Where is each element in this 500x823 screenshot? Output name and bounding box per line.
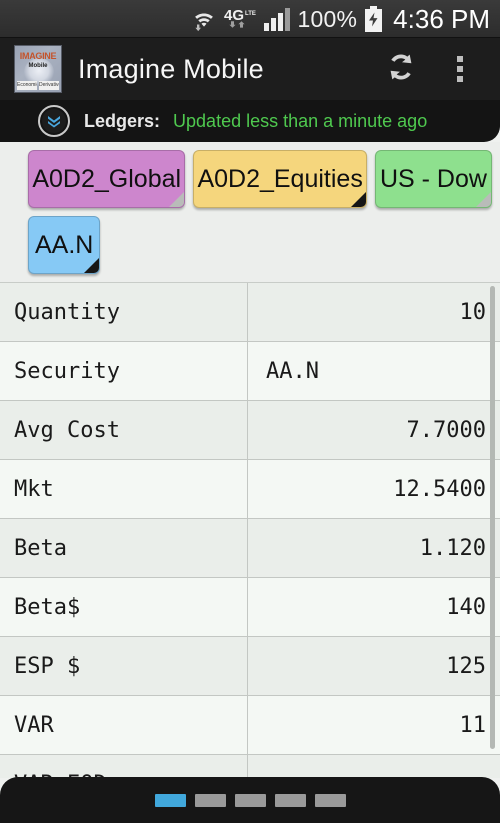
chip-fold-corner-icon xyxy=(169,192,185,207)
phone-screen: 4G LTE 100% 4:36 PM IMAGINE Mobile Econo… xyxy=(0,0,500,823)
ledger-chip[interactable]: US - Dow xyxy=(374,150,492,208)
ledger-chip-label: US - Dow xyxy=(379,164,487,193)
table-row[interactable]: Beta 1.120 xyxy=(0,519,500,578)
table-row-label: Mkt xyxy=(0,460,248,518)
table-row-value xyxy=(248,755,500,778)
status-bar: 4G LTE 100% 4:36 PM xyxy=(0,0,500,38)
table-scrollbar[interactable] xyxy=(490,286,495,749)
svg-text:4G: 4G xyxy=(224,7,244,24)
table-row-label: Security xyxy=(0,342,248,400)
table-row[interactable]: VAR EOD xyxy=(0,755,500,778)
page-indicator[interactable] xyxy=(314,793,346,807)
page-indicator[interactable] xyxy=(194,793,226,807)
logo-wordmark: IMAGINE xyxy=(19,51,57,61)
ledgers-bar[interactable]: Ledgers: Updated less than a minute ago xyxy=(0,100,500,142)
table-row[interactable]: Mkt 12.5400 xyxy=(0,460,500,519)
table-row[interactable]: Avg Cost 7.7000 xyxy=(0,401,500,460)
ledger-chip[interactable]: A0D2_Global xyxy=(28,150,186,208)
logo-subtitle: Mobile xyxy=(28,63,48,69)
logo-footer: Economic Derivatives xyxy=(17,81,59,90)
table-row-value: 140 xyxy=(446,594,486,620)
overflow-menu-icon xyxy=(457,56,463,62)
table-row-value: 12.5400 xyxy=(393,476,486,502)
table-row-label: Beta xyxy=(0,519,248,577)
action-bar: IMAGINE Mobile Economic Derivatives Imag… xyxy=(0,38,500,100)
ledger-chip-label: A0D2_Equities xyxy=(197,164,363,193)
refresh-button[interactable] xyxy=(378,46,424,92)
ledgers-label: Ledgers: xyxy=(84,110,161,131)
table-row-value: 7.7000 xyxy=(406,417,486,443)
ledger-chip-label: A0D2_Global xyxy=(32,164,182,193)
ledgers-status: Updated less than a minute ago xyxy=(173,110,428,131)
overflow-menu-button[interactable] xyxy=(440,46,480,92)
page-indicator[interactable] xyxy=(234,793,266,807)
table-row-label: VAR xyxy=(0,696,248,754)
refresh-icon xyxy=(382,48,420,91)
table-row-value: AA.N xyxy=(266,358,319,384)
table-row-label: ESP $ xyxy=(0,637,248,695)
chevron-double-down-icon[interactable] xyxy=(38,105,70,137)
imagine-mobile-logo[interactable]: IMAGINE Mobile Economic Derivatives xyxy=(14,45,62,93)
battery-charging-icon xyxy=(364,5,383,33)
table-row-value: 125 xyxy=(446,653,486,679)
ledger-chip[interactable]: AA.N xyxy=(28,216,101,274)
ledger-chips-area: A0D2_Global A0D2_Equities US - Dow AA.N xyxy=(0,142,500,282)
table-row[interactable]: Security AA.N xyxy=(0,342,500,401)
clock-time: 4:36 PM xyxy=(393,4,490,34)
table-row-label: Avg Cost xyxy=(0,401,248,459)
chip-fold-corner-icon xyxy=(350,192,366,207)
page-indicator[interactable] xyxy=(274,793,306,807)
battery-percent: 100% xyxy=(297,5,358,32)
table-row[interactable]: Beta$ 140 xyxy=(0,578,500,637)
svg-text:LTE: LTE xyxy=(245,11,256,17)
ledger-chip[interactable]: A0D2_Equities xyxy=(193,150,367,208)
chip-fold-corner-icon xyxy=(476,192,491,207)
table-row-value: 1.120 xyxy=(419,535,486,561)
position-detail-table[interactable]: Quantity 10 Security AA.N Avg Cost 7.7000 Mkt 1… xyxy=(0,282,500,778)
page-indicator-active[interactable] xyxy=(154,793,186,807)
chip-fold-corner-icon xyxy=(84,258,100,273)
app-title: Imagine Mobile xyxy=(78,53,264,84)
ledger-chip-row-1: A0D2_Global A0D2_Equities US - Dow xyxy=(28,150,500,208)
overflow-menu-icon-dot3 xyxy=(457,76,463,82)
logo-chip-left: Economic xyxy=(17,81,37,90)
table-row-label: Beta$ xyxy=(0,578,248,636)
wifi-icon xyxy=(191,6,217,32)
table-row-label: VAR EOD xyxy=(0,755,248,778)
table-row-value: 10 xyxy=(459,299,487,325)
table-row-label: Quantity xyxy=(0,283,248,341)
page-indicator-bar xyxy=(0,777,500,823)
logo-chip-right: Derivatives xyxy=(39,81,59,90)
table-row[interactable]: VAR 11 xyxy=(0,696,500,755)
overflow-menu-icon-dot2 xyxy=(457,66,463,72)
ledger-chip-row-2: AA.N xyxy=(28,216,500,274)
4g-lte-icon: 4G LTE xyxy=(224,6,256,32)
table-row[interactable]: Quantity 10 xyxy=(0,283,500,342)
table-row[interactable]: ESP $ 125 xyxy=(0,637,500,696)
ledger-chip-label: AA.N xyxy=(35,230,94,259)
signal-bars-icon xyxy=(263,6,291,32)
table-row-value: 11 xyxy=(459,712,487,738)
